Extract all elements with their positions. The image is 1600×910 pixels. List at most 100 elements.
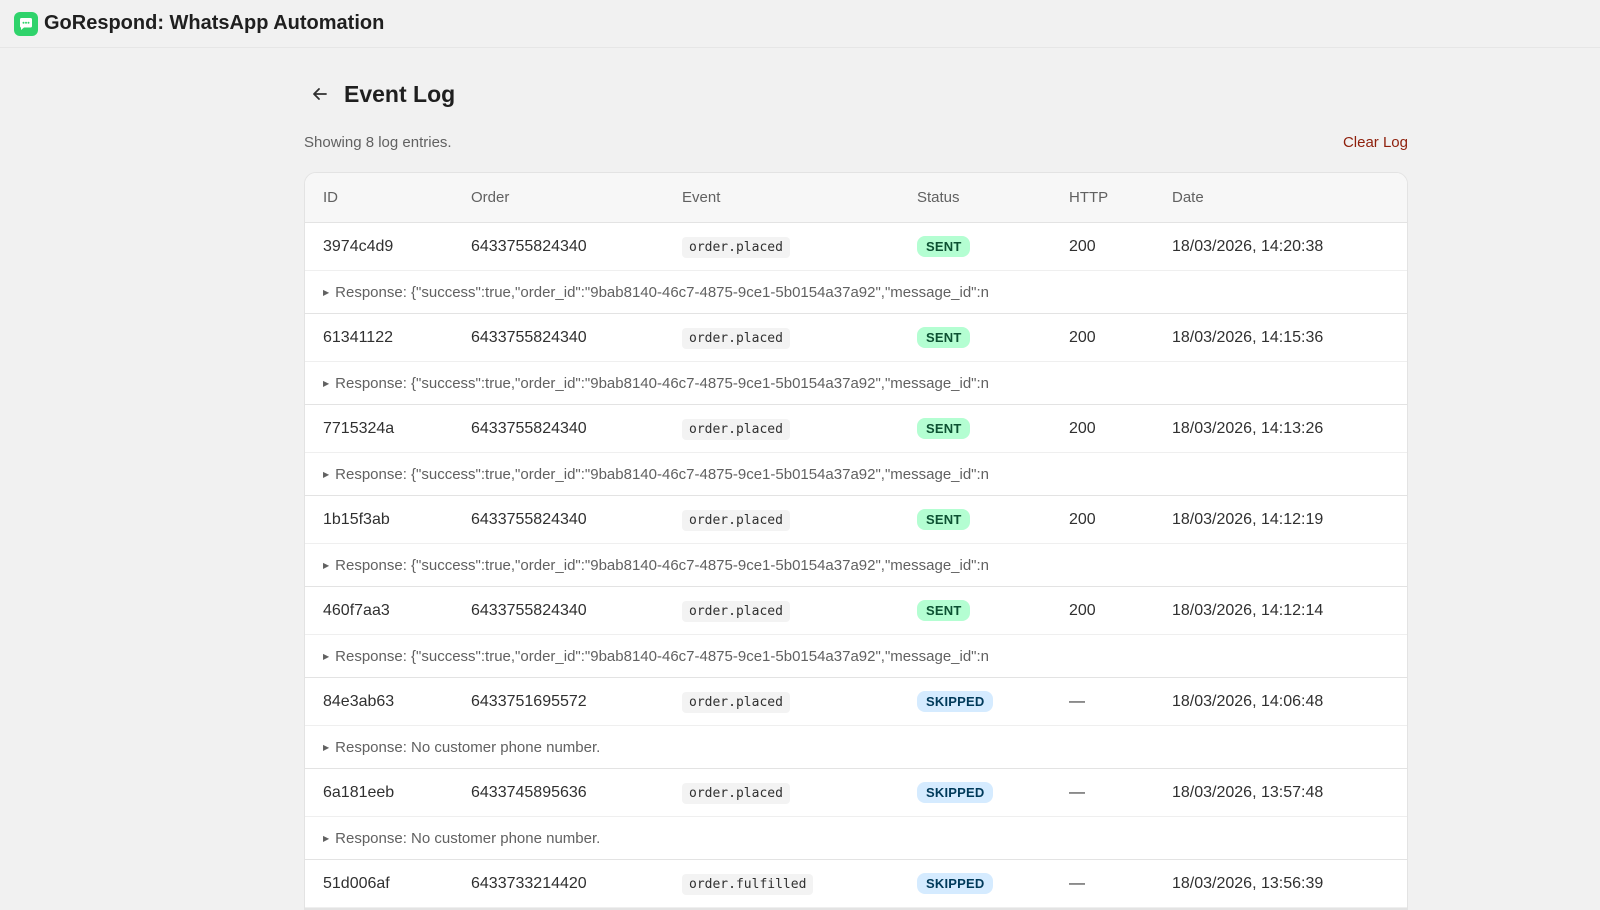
status-badge: SENT bbox=[917, 236, 971, 257]
response-toggle[interactable]: ▶ Response: No customer phone number. bbox=[305, 726, 1407, 768]
table-row: 61341122 6433755824340 order.placed SENT… bbox=[305, 314, 1407, 405]
cell-date: 18/03/2026, 14:20:38 bbox=[1172, 237, 1324, 255]
response-toggle[interactable]: ▶ Response: {"success":true,"order_id":"… bbox=[305, 453, 1407, 495]
table-row: 6a181eeb 6433745895636 order.placed SKIP… bbox=[305, 769, 1407, 860]
chat-bubble-icon bbox=[14, 11, 38, 36]
event-log-table: ID Order Event Status HTTP Date 3974c4d9… bbox=[304, 172, 1408, 910]
cell-order: 6433755824340 bbox=[471, 419, 587, 437]
cell-event: order.placed bbox=[664, 236, 899, 258]
status-badge: SKIPPED bbox=[917, 873, 994, 894]
cell-order: 6433755824340 bbox=[471, 237, 587, 255]
table-header: ID Order Event Status HTTP Date bbox=[305, 173, 1407, 223]
response-toggle[interactable]: ▶ Response: {"success":true,"order_id":"… bbox=[305, 362, 1407, 404]
row-main: 7715324a 6433755824340 order.placed SENT… bbox=[305, 405, 1407, 453]
table-row: 51d006af 6433733214420 order.fulfilled S… bbox=[305, 860, 1407, 909]
cell-date: 18/03/2026, 14:13:26 bbox=[1172, 419, 1324, 437]
cell-date: 18/03/2026, 13:56:39 bbox=[1172, 874, 1324, 892]
cell-id: 1b15f3ab bbox=[323, 510, 390, 528]
cell-http: 200 bbox=[1069, 419, 1096, 437]
cell-date: 18/03/2026, 14:12:14 bbox=[1172, 601, 1324, 619]
response-text: Response: No customer phone number. bbox=[335, 738, 601, 756]
status-badge: SENT bbox=[917, 418, 971, 439]
cell-status: SKIPPED bbox=[899, 873, 1051, 894]
cell-status: SENT bbox=[899, 509, 1051, 530]
disclosure-triangle-icon: ▶ bbox=[323, 560, 330, 570]
cell-id: 7715324a bbox=[323, 419, 395, 437]
cell-order: 6433751695572 bbox=[471, 692, 587, 710]
response-text: Response: {"success":true,"order_id":"9b… bbox=[335, 556, 990, 574]
status-badge: SKIPPED bbox=[917, 782, 994, 803]
disclosure-triangle-icon: ▶ bbox=[323, 833, 330, 843]
column-header-http: HTTP bbox=[1069, 189, 1109, 206]
main-content: Event Log Showing 8 log entries. Clear L… bbox=[304, 48, 1408, 910]
disclosure-triangle-icon: ▶ bbox=[323, 287, 330, 297]
response-text: Response: {"success":true,"order_id":"9b… bbox=[335, 283, 990, 301]
cell-event: order.fulfilled bbox=[664, 873, 899, 895]
clear-log-button[interactable]: Clear Log bbox=[1343, 134, 1408, 151]
response-text: Response: {"success":true,"order_id":"9b… bbox=[335, 465, 990, 483]
cell-id: 460f7aa3 bbox=[323, 601, 390, 619]
response-text: Response: {"success":true,"order_id":"9b… bbox=[335, 374, 990, 392]
status-badge: SENT bbox=[917, 509, 971, 530]
table-row: 460f7aa3 6433755824340 order.placed SENT… bbox=[305, 587, 1407, 678]
response-toggle[interactable]: ▶ Response: {"success":true,"order_id":"… bbox=[305, 635, 1407, 677]
event-code: order.placed bbox=[682, 327, 790, 349]
page-header: Event Log bbox=[304, 78, 1408, 110]
cell-http: — bbox=[1069, 783, 1085, 801]
cell-http: — bbox=[1069, 692, 1085, 710]
cell-status: SENT bbox=[899, 236, 1051, 257]
cell-id: 51d006af bbox=[323, 874, 390, 892]
response-text: Response: No customer phone number. bbox=[335, 829, 601, 847]
row-main: 460f7aa3 6433755824340 order.placed SENT… bbox=[305, 587, 1407, 635]
status-badge: SENT bbox=[917, 327, 971, 348]
response-toggle[interactable]: ▶ Response: No customer phone number. bbox=[305, 817, 1407, 859]
event-code: order.placed bbox=[682, 418, 790, 440]
cell-http: 200 bbox=[1069, 328, 1096, 346]
row-main: 6a181eeb 6433745895636 order.placed SKIP… bbox=[305, 769, 1407, 817]
disclosure-triangle-icon: ▶ bbox=[323, 651, 330, 661]
cell-status: SKIPPED bbox=[899, 691, 1051, 712]
status-badge: SENT bbox=[917, 600, 971, 621]
table-row: 1b15f3ab 6433755824340 order.placed SENT… bbox=[305, 496, 1407, 587]
cell-id: 61341122 bbox=[323, 328, 393, 346]
event-code: order.placed bbox=[682, 236, 790, 258]
row-main: 84e3ab63 6433751695572 order.placed SKIP… bbox=[305, 678, 1407, 726]
event-code: order.fulfilled bbox=[682, 873, 814, 895]
response-toggle[interactable]: ▶ Response: {"success":true,"order_id":"… bbox=[305, 271, 1407, 313]
cell-http: 200 bbox=[1069, 601, 1096, 619]
column-header-order: Order bbox=[471, 189, 510, 206]
column-header-id: ID bbox=[323, 189, 338, 206]
response-toggle[interactable]: ▶ Response: {"success":true,"order_id":"… bbox=[305, 544, 1407, 586]
row-main: 51d006af 6433733214420 order.fulfilled S… bbox=[305, 860, 1407, 908]
cell-date: 18/03/2026, 14:12:19 bbox=[1172, 510, 1324, 528]
disclosure-triangle-icon: ▶ bbox=[323, 469, 330, 479]
cell-event: order.placed bbox=[664, 782, 899, 804]
cell-status: SKIPPED bbox=[899, 782, 1051, 803]
event-code: order.placed bbox=[682, 691, 790, 713]
row-main: 3974c4d9 6433755824340 order.placed SENT… bbox=[305, 223, 1407, 271]
cell-order: 6433745895636 bbox=[471, 783, 587, 801]
cell-event: order.placed bbox=[664, 600, 899, 622]
cell-event: order.placed bbox=[664, 418, 899, 440]
event-code: order.placed bbox=[682, 782, 790, 804]
app-title: GoRespond: WhatsApp Automation bbox=[44, 12, 385, 34]
cell-order: 6433755824340 bbox=[471, 510, 587, 528]
cell-status: SENT bbox=[899, 418, 1051, 439]
cell-status: SENT bbox=[899, 327, 1051, 348]
summary-row: Showing 8 log entries. Clear Log bbox=[304, 132, 1408, 152]
cell-date: 18/03/2026, 13:57:48 bbox=[1172, 783, 1324, 801]
disclosure-triangle-icon: ▶ bbox=[323, 378, 330, 388]
page-title: Event Log bbox=[344, 80, 456, 107]
back-button[interactable] bbox=[306, 80, 334, 108]
cell-http: 200 bbox=[1069, 237, 1096, 255]
arrow-left-icon bbox=[313, 88, 327, 100]
cell-order: 6433755824340 bbox=[471, 601, 587, 619]
cell-order: 6433755824340 bbox=[471, 328, 587, 346]
cell-id: 84e3ab63 bbox=[323, 692, 395, 710]
cell-http: — bbox=[1069, 874, 1085, 892]
cell-http: 200 bbox=[1069, 510, 1096, 528]
cell-event: order.placed bbox=[664, 691, 899, 713]
cell-date: 18/03/2026, 14:06:48 bbox=[1172, 692, 1324, 710]
response-text: Response: {"success":true,"order_id":"9b… bbox=[335, 647, 990, 665]
column-header-event: Event bbox=[682, 189, 721, 206]
